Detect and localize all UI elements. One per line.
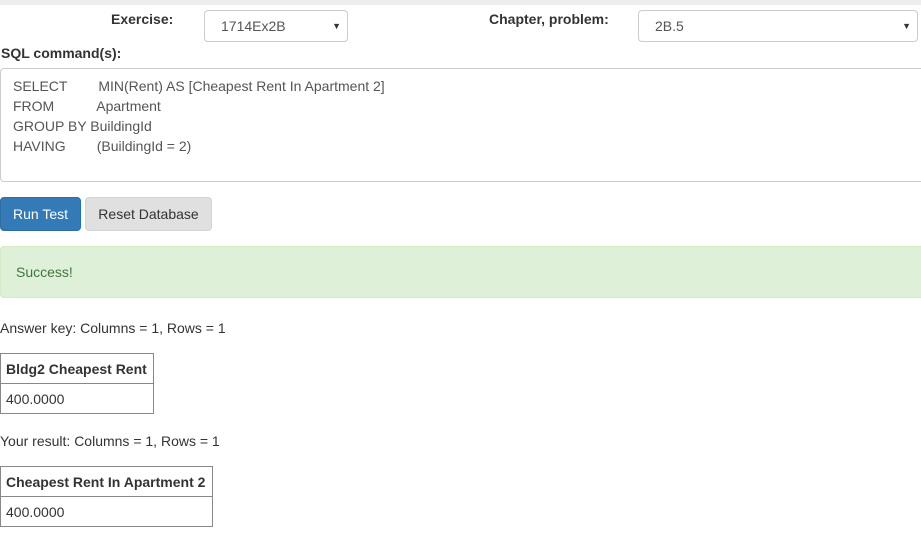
- top-divider: [0, 0, 921, 5]
- sql-editor[interactable]: SELECT MIN(Rent) AS [Cheapest Rent In Ap…: [0, 68, 921, 182]
- your-result-column-header: Cheapest Rent In Apartment 2: [0, 466, 213, 497]
- chapter-select-value: 2B.5: [655, 18, 684, 34]
- exercise-select[interactable]: 1714Ex2B ▼: [204, 10, 348, 42]
- answer-key-cell: 400.0000: [0, 383, 154, 414]
- sql-line: HAVING (BuildingId = 2): [13, 138, 192, 154]
- run-test-button[interactable]: Run Test: [0, 197, 81, 231]
- your-result-cell: 400.0000: [0, 496, 213, 527]
- answer-key-table: Bldg2 Cheapest Rent 400.0000: [0, 353, 154, 414]
- sql-line: SELECT MIN(Rent) AS [Cheapest Rent In Ap…: [13, 78, 385, 94]
- table-header-row: Bldg2 Cheapest Rent: [0, 353, 154, 384]
- exercise-label: Exercise:: [111, 11, 174, 27]
- your-result-table: Cheapest Rent In Apartment 2 400.0000: [0, 466, 213, 527]
- exercise-select-value: 1714Ex2B: [221, 18, 286, 34]
- answer-key-column-header: Bldg2 Cheapest Rent: [0, 353, 154, 384]
- chapter-select[interactable]: 2B.5 ▼: [638, 10, 918, 42]
- answer-key-summary: Answer key: Columns = 1, Rows = 1: [0, 320, 226, 336]
- success-alert: Success!: [0, 246, 921, 298]
- chevron-down-icon: ▼: [902, 21, 911, 31]
- table-row: 400.0000: [0, 496, 213, 527]
- table-header-row: Cheapest Rent In Apartment 2: [0, 466, 213, 497]
- table-row: 400.0000: [0, 383, 154, 414]
- sql-line: GROUP BY BuildingId: [13, 118, 152, 134]
- chapter-label: Chapter, problem:: [489, 11, 609, 27]
- chevron-down-icon: ▼: [332, 21, 341, 31]
- success-message: Success!: [16, 264, 73, 280]
- your-result-summary: Your result: Columns = 1, Rows = 1: [0, 433, 220, 449]
- sql-label: SQL command(s):: [1, 45, 122, 61]
- reset-database-button[interactable]: Reset Database: [85, 197, 212, 231]
- sql-line: FROM Apartment: [13, 98, 161, 114]
